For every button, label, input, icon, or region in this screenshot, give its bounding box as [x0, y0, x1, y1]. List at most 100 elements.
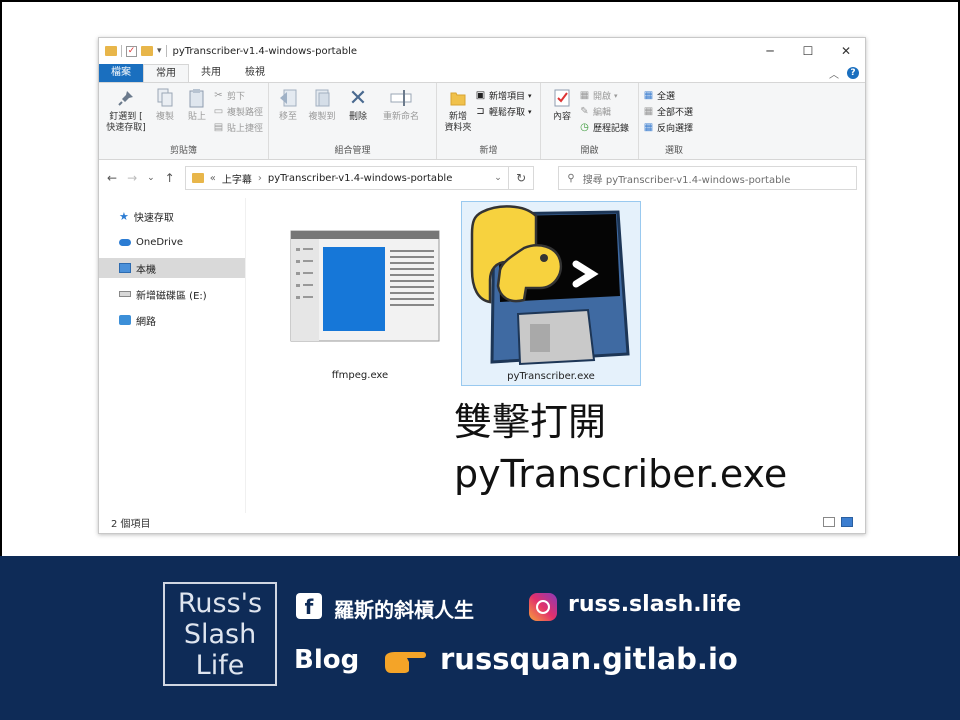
maximize-button[interactable]: ☐ — [789, 38, 827, 64]
history-icon: ◷ — [580, 122, 589, 133]
select-none-button[interactable]: ▦ 全部不選 — [643, 105, 693, 118]
breadcrumb-separator-icon[interactable]: › — [258, 173, 262, 184]
nav-item-label: 本機 — [136, 264, 156, 276]
customize-toolbar-icon[interactable]: ▾ — [157, 46, 162, 56]
easy-access-label: 輕鬆存取 — [489, 108, 526, 118]
title-bar: ✓ ▾ pyTranscriber-v1.4-windows-portable … — [99, 38, 865, 64]
nav-item-network[interactable]: 網路 — [99, 310, 245, 330]
paste-icon — [186, 87, 208, 109]
tab-home[interactable]: 常用 — [143, 64, 189, 82]
large-icons-view-icon[interactable] — [841, 517, 853, 527]
file-name: ffmpeg.exe — [331, 370, 389, 381]
copy-path-button[interactable]: ▭ 複製路徑 — [213, 105, 263, 118]
file-item-ffmpeg[interactable]: ffmpeg.exe — [268, 204, 452, 384]
logo-line: Slash — [183, 619, 257, 650]
edit-label: 編輯 — [593, 108, 612, 118]
help-icon[interactable]: ? — [847, 67, 859, 79]
details-view-icon[interactable] — [823, 517, 835, 527]
instagram-handle: russ.slash.life — [568, 592, 742, 617]
star-icon: ★ — [119, 209, 129, 223]
facebook-icon[interactable]: f — [296, 593, 322, 619]
move-to-icon — [277, 87, 299, 109]
address-box[interactable]: « 上字幕 › pyTranscriber-v1.4-windows-porta… — [184, 166, 509, 190]
paste-shortcut-label: 貼上捷徑 — [227, 124, 264, 134]
select-group: ▦ 全選 ▦ 全部不選 ▦ 反向選擇 選取 — [639, 83, 709, 159]
minimize-button[interactable]: ─ — [751, 38, 789, 64]
drive-icon — [119, 291, 131, 297]
instagram-icon[interactable] — [529, 593, 557, 621]
caption-line-2: pyTranscriber.exe — [454, 452, 788, 496]
python-floppy-icon — [470, 205, 630, 366]
pin-icon — [115, 87, 137, 109]
item-count: 2 個項目 — [111, 518, 151, 530]
copy-to-label: 複製到 — [308, 112, 336, 122]
pointing-hand-icon — [385, 652, 426, 673]
file-item-pytranscriber[interactable]: pyTranscriber.exe — [461, 201, 641, 386]
facebook-page-name: 羅斯的斜槓人生 — [334, 598, 474, 622]
invert-selection-button[interactable]: ▦ 反向選擇 — [643, 121, 693, 134]
nav-item-label: 快速存取 — [133, 212, 174, 224]
blog-url[interactable]: russquan.gitlab.io — [440, 642, 738, 676]
properties-label: 內容 — [552, 112, 571, 122]
cut-button[interactable]: ✂ 剪下 — [213, 89, 263, 102]
search-input[interactable]: ⚲ 搜尋 pyTranscriber-v1.4-windows-portable — [558, 166, 857, 190]
nav-item-drive-e[interactable]: 新增磁碟區 (E:) — [99, 284, 245, 304]
organize-group: 移至 複製到 ✕ 刪除 重新命名 組合管理 — [269, 83, 437, 159]
open-button[interactable]: ▦ 開啟 ▾ — [579, 89, 629, 102]
new-group: 新增 資料夾 ▣ 新增項目 ▾ ⊐ 輕鬆存取 ▾ 新增 — [437, 83, 541, 159]
easy-access-button[interactable]: ⊐ 輕鬆存取 ▾ — [475, 105, 531, 118]
forward-arrow-icon[interactable]: → — [127, 171, 137, 185]
status-bar: 2 個項目 — [99, 511, 865, 533]
close-button[interactable]: ✕ — [827, 38, 865, 64]
ribbon-tabs: 檔案 常用 共用 檢視 ︿ ? — [99, 64, 865, 82]
refresh-icon[interactable]: ↻ — [508, 166, 535, 190]
collapse-ribbon-icon[interactable]: ︿ — [829, 66, 839, 81]
select-all-button[interactable]: ▦ 全選 — [643, 89, 693, 102]
breadcrumb-overflow[interactable]: « — [210, 173, 216, 184]
edit-icon: ✎ — [580, 106, 589, 117]
up-arrow-icon[interactable]: ↑ — [165, 171, 175, 185]
instruction-caption: 雙擊打開 pyTranscriber.exe — [454, 396, 787, 500]
search-placeholder: 搜尋 pyTranscriber-v1.4-windows-portable — [582, 174, 791, 186]
group-label: 選取 — [664, 146, 683, 156]
breadcrumb-current[interactable]: pyTranscriber-v1.4-windows-portable — [268, 173, 452, 184]
breadcrumb-parent[interactable]: 上字幕 — [222, 171, 252, 186]
new-item-button[interactable]: ▣ 新增項目 ▾ — [475, 89, 532, 102]
copy-path-label: 複製路徑 — [227, 108, 264, 118]
file-name: pyTranscriber.exe — [507, 371, 595, 382]
search-icon: ⚲ — [567, 172, 575, 184]
tab-view[interactable]: 檢視 — [233, 64, 277, 82]
select-all-icon: ▦ — [643, 90, 654, 101]
logo-line: Russ's — [177, 588, 263, 619]
properties-quick-icon[interactable]: ✓ — [126, 45, 137, 57]
address-dropdown-icon[interactable]: ⌄ — [494, 173, 502, 183]
rename-icon — [390, 87, 412, 109]
window-title: pyTranscriber-v1.4-windows-portable — [172, 45, 358, 57]
nav-item-label: 新增磁碟區 (E:) — [136, 290, 207, 302]
select-all-label: 全選 — [657, 92, 676, 102]
tab-file[interactable]: 檔案 — [99, 64, 143, 82]
nav-item-quick-access[interactable]: ★ 快速存取 — [99, 206, 245, 226]
rename-label: 重新命名 — [382, 112, 419, 122]
caption-line-1: 雙擊打開 — [454, 400, 607, 444]
paste-shortcut-button[interactable]: ▤ 貼上捷徑 — [213, 121, 263, 134]
new-folder-quick-icon[interactable] — [141, 46, 153, 56]
history-button[interactable]: ◷ 歷程記錄 — [579, 121, 629, 134]
back-arrow-icon[interactable]: ← — [107, 171, 117, 185]
scissors-icon: ✂ — [214, 90, 223, 101]
blog-label: Blog — [294, 645, 360, 675]
tab-share[interactable]: 共用 — [189, 64, 233, 82]
cloud-icon — [119, 238, 131, 246]
computer-icon — [119, 263, 131, 273]
recent-locations-icon[interactable]: ⌄ — [147, 173, 155, 183]
select-none-label: 全部不選 — [657, 108, 694, 118]
folder-icon — [191, 173, 204, 183]
nav-item-onedrive[interactable]: OneDrive — [99, 232, 245, 252]
open-icon: ▦ — [579, 90, 590, 101]
copy-label: 複製 — [155, 112, 174, 122]
new-folder-label: 新增 資料夾 — [444, 112, 472, 133]
divider — [121, 45, 122, 57]
ribbon: 釘選到 [ 快速存取] 複製 貼上 ✂ 剪下 ▭ 複製路徑 ▤ 貼上捷徑 剪貼簿… — [99, 82, 865, 160]
nav-item-this-pc[interactable]: 本機 — [99, 258, 245, 278]
edit-button[interactable]: ✎ 編輯 — [579, 105, 629, 118]
